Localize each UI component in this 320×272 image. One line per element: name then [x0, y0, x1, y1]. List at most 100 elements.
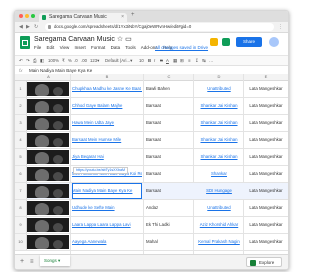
comments-icon[interactable] — [210, 38, 218, 46]
composer-link[interactable]: Unattributed — [195, 200, 243, 216]
singer-cell[interactable]: Lata Mangeshkar — [245, 183, 287, 199]
sheet-tab-songs[interactable]: Songs ▾ — [40, 255, 70, 266]
video-thumbnail-image[interactable] — [27, 235, 69, 249]
table-row[interactable]: 5 Jiya Beqarar Hai Barsaat Shankar Jai Kish… — [15, 149, 288, 166]
menu-insert[interactable]: Insert — [75, 45, 86, 50]
horizontal-align-icon[interactable]: ≡ — [188, 56, 191, 65]
font-select[interactable]: Default (Ari...▾ — [105, 56, 132, 65]
composer-link[interactable]: SDI Hungage — [195, 183, 243, 199]
song-title-link[interactable]: Udhude ke Sefte Main — [72, 200, 142, 216]
menu-edit[interactable]: Edit — [47, 45, 55, 50]
save-status[interactable]: All changes saved in Drive — [155, 45, 208, 50]
composer-link[interactable]: Shankar Jai Kishan — [195, 98, 243, 114]
table-row[interactable]: 2 Chhod Gaye Balam Majhe Barsaat Shankar Ja… — [15, 98, 288, 115]
menu-tools[interactable]: Tools — [125, 45, 136, 50]
document-title[interactable]: Saregama Carvaan Music ☆ ▭ — [34, 35, 132, 43]
browser-tab[interactable]: Saregama Carvaan Music × — [39, 13, 127, 22]
all-sheets-button[interactable]: ≡ — [30, 258, 34, 266]
paint-format-icon[interactable]: ◧ — [40, 56, 44, 65]
text-wrap-icon[interactable]: ↹ — [202, 56, 206, 65]
singer-cell[interactable]: Lata Mangeshkar — [245, 234, 287, 250]
video-thumbnail-image[interactable] — [27, 201, 69, 215]
strikethrough-button[interactable]: S — [160, 56, 163, 65]
song-title-link[interactable]: Hawa Mein Udta Jaye — [72, 115, 142, 131]
singer-cell[interactable]: Lata Mangeshkar — [245, 81, 287, 97]
film-cell[interactable]: Bawli Bahen — [146, 81, 192, 97]
row-number[interactable]: 4 — [15, 132, 27, 148]
close-window-dot[interactable] — [19, 14, 23, 18]
video-thumbnail-image[interactable] — [27, 150, 69, 164]
bold-button[interactable]: B — [148, 56, 151, 65]
share-button[interactable]: Share — [236, 37, 262, 47]
video-thumbnail-image[interactable] — [27, 116, 69, 130]
url-field[interactable]: docs.google.com/spreadsheets/d/1Yx3iNbY/… — [45, 23, 274, 31]
video-thumbnail-image[interactable] — [27, 99, 69, 113]
video-thumbnail-image[interactable] — [27, 218, 69, 232]
video-thumbnail-image[interactable] — [27, 133, 69, 147]
singer-cell[interactable]: Lata Mangeshkar — [245, 217, 287, 233]
vertical-align-icon[interactable]: ↧ — [195, 56, 199, 65]
film-cell[interactable]: Barsaat — [146, 132, 192, 148]
increase-decimal-button[interactable]: .00 — [81, 56, 87, 65]
film-cell[interactable]: Mahal — [146, 234, 192, 250]
table-row[interactable]: 9 Laara Lappa Laara Lappa Lavi Ek Thi Ladk… — [15, 217, 288, 234]
video-thumbnail-image[interactable] — [27, 184, 69, 198]
film-cell[interactable]: Barsaat — [146, 149, 192, 165]
print-icon[interactable]: ⎙ — [33, 56, 36, 65]
row-number[interactable]: 10 — [15, 234, 27, 250]
row-number[interactable]: 6 — [15, 166, 27, 182]
more-formats-icon[interactable]: … — [209, 56, 213, 65]
singer-cell[interactable]: Lata Mangeshkar — [245, 115, 287, 131]
close-tab-icon[interactable]: × — [121, 13, 124, 22]
browser-menu-icon[interactable]: ⋮ — [278, 24, 283, 30]
maximize-window-dot[interactable] — [31, 14, 35, 18]
forward-icon[interactable]: ▶ — [26, 24, 30, 30]
link-preview-tooltip[interactable]: https://youtu.be/abTy1sXXbaM — [73, 167, 128, 174]
composer-link[interactable]: Kemal Prakash Nagin — [195, 234, 243, 250]
sheets-logo-icon[interactable] — [20, 36, 30, 49]
film-cell[interactable]: Ek Thi Ladki — [146, 217, 192, 233]
italic-button[interactable]: I — [154, 56, 155, 65]
sheets-app-icon[interactable] — [222, 38, 230, 46]
column-header-d[interactable]: D — [194, 74, 244, 80]
song-title-link[interactable]: Chupkhaa Madhu ke Jasne Ke Baat Ke — [72, 81, 142, 97]
video-thumbnail-image[interactable] — [27, 167, 69, 181]
composer-link[interactable]: Unattributed — [195, 81, 243, 97]
menu-file[interactable]: File — [34, 45, 41, 50]
row-number[interactable]: 2 — [15, 98, 27, 114]
film-cell[interactable]: Barsaat — [146, 183, 192, 199]
menu-format[interactable]: Format — [91, 45, 105, 50]
film-cell[interactable]: Barsaat — [146, 115, 192, 131]
table-row[interactable]: 8 Udhude ke Sefte Main Andaz Unattributed La… — [15, 200, 288, 217]
row-number[interactable]: 1 — [15, 81, 27, 97]
column-header-c[interactable]: C — [144, 74, 194, 80]
column-header-a[interactable]: A — [27, 74, 70, 80]
table-row[interactable]: 10 Aayega Aanewala Mahal Kemal Prakash Nagi… — [15, 234, 288, 251]
zoom-select[interactable]: 100% — [48, 56, 59, 65]
singer-cell[interactable]: Lata Mangeshkar — [245, 149, 287, 165]
percent-button[interactable]: % — [68, 56, 72, 65]
composer-link[interactable]: Shankar Jai Kishan — [195, 115, 243, 131]
table-row[interactable]: 1 Chupkhaa Madhu ke Jasne Ke Baat Ke Bawli… — [15, 81, 288, 98]
new-tab-button[interactable]: + — [131, 12, 135, 18]
table-row[interactable]: 3 Hawa Mein Udta Jaye Barsaat Shankar Jai K… — [15, 115, 288, 132]
number-format-select[interactable]: 123▾ — [90, 56, 99, 65]
film-cell[interactable]: Barsaat — [146, 166, 192, 182]
back-icon[interactable]: ◀ — [19, 24, 23, 30]
redo-icon[interactable]: ↷ — [26, 56, 30, 65]
row-number[interactable]: 7 — [15, 183, 27, 199]
song-title-link[interactable]: Laara Lappa Laara Lappa Lavi — [72, 217, 142, 233]
song-title-link[interactable]: Main Nadiya Main Baye Kya Ke — [72, 183, 142, 199]
undo-icon[interactable]: ↶ — [19, 56, 23, 65]
table-row[interactable]: 7 Main Nadiya Main Baye Kya Ke Barsaat SDI … — [15, 183, 288, 200]
text-color-button[interactable]: A — [166, 56, 169, 65]
song-title-link[interactable]: Chhod Gaye Balam Majhe — [72, 98, 142, 114]
composer-link[interactable]: Shankar Jai Kishan — [195, 149, 243, 165]
video-thumbnail-image[interactable] — [27, 82, 69, 96]
table-row[interactable]: 6Meri Aankhon Mein Bas Gaya Koi ReBarsaa… — [15, 166, 288, 183]
decrease-decimal-button[interactable]: .0 — [74, 56, 78, 65]
column-header-b[interactable]: B — [71, 74, 143, 80]
minimize-window-dot[interactable] — [25, 14, 29, 18]
explore-button[interactable]: Explore — [246, 257, 282, 267]
avatar[interactable] — [269, 37, 279, 47]
